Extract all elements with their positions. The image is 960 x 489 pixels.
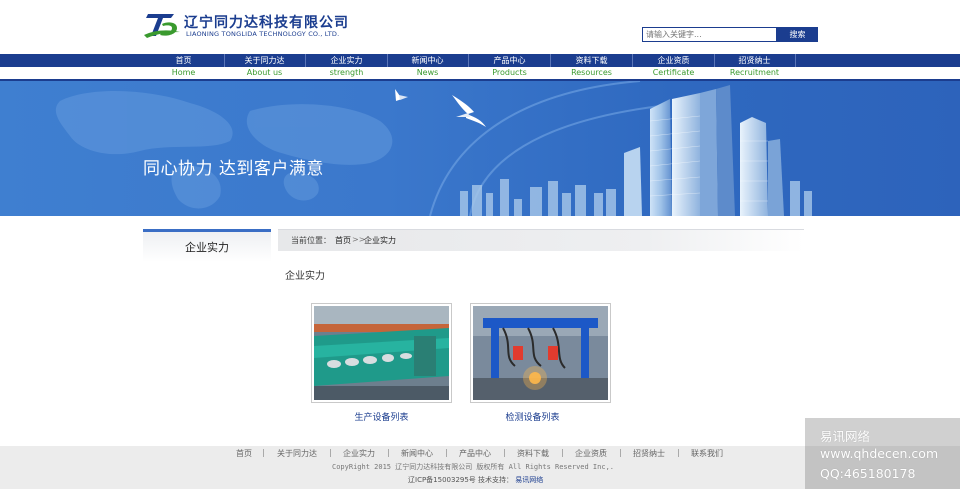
footer-link-recruitment[interactable]: 招贤纳士 (633, 448, 665, 459)
tech-support-link[interactable]: 易讯网络 (515, 476, 543, 484)
nav-label-en: About us (246, 68, 283, 77)
footer-link-strength[interactable]: 企业实力 (343, 448, 375, 459)
breadcrumb-current: 企业实力 (364, 236, 396, 245)
nav-label-cn: 资料下载 (575, 56, 608, 65)
icp-number: 辽ICP备15003295号 (408, 476, 476, 484)
nav-label-cn: 产品中心 (493, 56, 526, 65)
footer-link-certificate[interactable]: 企业资质 (575, 448, 607, 459)
watermark-brand: 易讯网络 (820, 429, 871, 444)
watermark-qq: QQ:465180178 (820, 466, 916, 481)
nav-label-cn: 新闻中心 (411, 56, 444, 65)
banner-slogan: 同心协力 达到客户满意 (143, 159, 324, 179)
hero-banner: 同心协力 达到客户满意 (0, 81, 960, 216)
nav-item-recruitment[interactable]: 招贤纳士 Recruitment (714, 54, 795, 79)
footer-divider (330, 449, 331, 457)
nav-label-en: Recruitment (729, 68, 780, 77)
page: 辽宁同力达科技有限公司 LIAONING TONGLIDA TECHNOLOGY… (0, 0, 960, 489)
sidebar-title: 企业实力 (143, 229, 271, 262)
copyright-text: CopyRight 2015 辽宁同力达科技有限公司 版权所有 All Righ… (332, 463, 615, 471)
watermark-url: www.qhdecen.com (820, 446, 939, 461)
content-title: 企业实力 (285, 271, 325, 282)
tonglida-logo-icon (144, 14, 180, 38)
nav-label-cn: 关于同力达 (244, 56, 285, 65)
production-equipment-image (314, 306, 449, 400)
nav-label-cn: 企业实力 (330, 56, 363, 65)
testing-equipment-link[interactable]: 检测设备列表 (462, 410, 603, 423)
company-name-cn: 辽宁同力达科技有限公司 (184, 15, 349, 31)
nav-label-en: Products (492, 68, 527, 77)
nav-item-strength[interactable]: 企业实力 strength (306, 54, 387, 79)
footer-divider (388, 449, 389, 457)
nav-item-home[interactable]: 首页 Home (143, 54, 224, 79)
sidebar-title-text: 企业实力 (185, 241, 229, 254)
footer-link-home[interactable]: 首页 (236, 448, 252, 459)
nav-item-news[interactable]: 新闻中心 News (387, 54, 468, 79)
footer-link-resources[interactable]: 资料下载 (517, 448, 549, 459)
footer-divider (263, 449, 264, 457)
logo[interactable]: 辽宁同力达科技有限公司 LIAONING TONGLIDA TECHNOLOGY… (144, 11, 354, 41)
footer-link-products[interactable]: 产品中心 (459, 448, 491, 459)
tech-support-label: 技术支持： (478, 476, 514, 484)
nav-item-certificate[interactable]: 企业资质 Certificate (633, 54, 714, 79)
icp-info: 辽ICP备15003295号 技术支持： 易讯网络 (408, 475, 543, 485)
footer-link-news[interactable]: 新闻中心 (401, 448, 433, 459)
footer-divider (446, 449, 447, 457)
header: 辽宁同力达科技有限公司 LIAONING TONGLIDA TECHNOLOGY… (0, 0, 960, 54)
footer-divider (562, 449, 563, 457)
production-equipment-thumbnail[interactable] (311, 303, 452, 403)
breadcrumb-label: 当前位置： (291, 236, 331, 245)
company-name-en: LIAONING TONGLIDA TECHNOLOGY CO., LTD. (186, 30, 340, 38)
nav-item-about[interactable]: 关于同力达 About us (224, 54, 305, 79)
footer-link-about[interactable]: 关于同力达 (277, 448, 317, 459)
nav-label-cn: 首页 (175, 56, 192, 65)
footer-divider (620, 449, 621, 457)
testing-equipment-image (473, 306, 608, 400)
footer-link-contact[interactable]: 联系我们 (691, 448, 723, 459)
breadcrumb: 当前位置： 首页 >> 企业实力 (278, 229, 804, 251)
testing-equipment-thumbnail[interactable] (470, 303, 611, 403)
banner-illustration (55, 81, 812, 216)
nav-label-en: News (416, 68, 439, 77)
watermark-overlay: 易讯网络 www.qhdecen.com QQ:465180178 (805, 418, 960, 489)
search-box: 搜索 (642, 27, 818, 42)
nav-item-products[interactable]: 产品中心 Products (469, 54, 550, 79)
footer-divider (678, 449, 679, 457)
nav-divider (795, 54, 796, 67)
nav-label-cn: 招贤纳士 (738, 56, 771, 65)
footer-divider (504, 449, 505, 457)
nav-label-en: strength (329, 68, 364, 77)
nav-label-en: Resources (571, 68, 612, 77)
breadcrumb-home-link[interactable]: 首页 (335, 235, 351, 246)
nav-label-cn: 企业资质 (657, 56, 690, 65)
production-equipment-link[interactable]: 生产设备列表 (311, 410, 452, 423)
nav-label-en: Certificate (652, 68, 695, 77)
nav-label-en: Home (171, 68, 196, 77)
search-input[interactable] (642, 27, 777, 42)
nav-item-resources[interactable]: 资料下载 Resources (551, 54, 632, 79)
search-button[interactable]: 搜索 (777, 27, 818, 42)
